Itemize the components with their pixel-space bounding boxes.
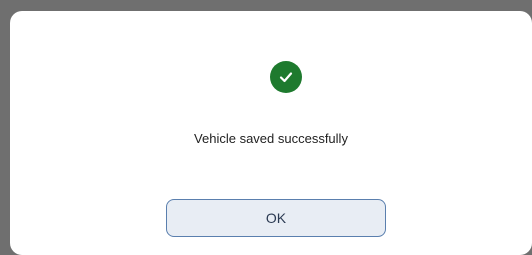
- success-dialog: Vehicle saved successfully OK: [10, 11, 532, 255]
- ok-button[interactable]: OK: [166, 199, 386, 237]
- success-message: Vehicle saved successfully: [194, 131, 348, 146]
- check-circle-icon: [270, 61, 302, 93]
